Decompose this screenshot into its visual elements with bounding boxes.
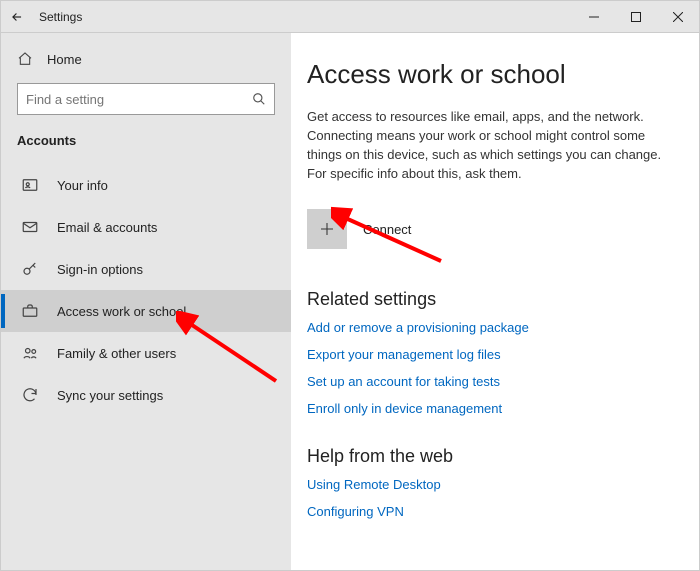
back-button[interactable] — [1, 10, 33, 24]
close-icon — [673, 12, 683, 22]
plus-icon — [318, 220, 336, 238]
connect-plus-button[interactable] — [307, 209, 347, 249]
related-settings-heading: Related settings — [307, 289, 675, 310]
link-configuring-vpn[interactable]: Configuring VPN — [307, 504, 675, 519]
titlebar: Settings — [1, 1, 699, 33]
window-title: Settings — [39, 10, 82, 24]
sidebar-item-label: Your info — [57, 178, 108, 193]
minimize-icon — [589, 12, 599, 22]
home-icon — [17, 51, 33, 67]
main-content: Access work or school Get access to reso… — [291, 33, 699, 570]
related-links: Add or remove a provisioning package Exp… — [307, 320, 675, 416]
sidebar-item-sync-settings[interactable]: Sync your settings — [1, 374, 291, 416]
page-description: Get access to resources like email, apps… — [307, 108, 667, 183]
connect-row[interactable]: Connect — [307, 209, 675, 249]
sidebar-item-family-other-users[interactable]: Family & other users — [1, 332, 291, 374]
link-enroll-device-management[interactable]: Enroll only in device management — [307, 401, 675, 416]
close-button[interactable] — [657, 1, 699, 33]
search-icon — [252, 92, 266, 106]
link-provisioning-package[interactable]: Add or remove a provisioning package — [307, 320, 675, 335]
briefcase-icon — [21, 302, 39, 320]
sidebar-item-email-accounts[interactable]: Email & accounts — [1, 206, 291, 248]
sidebar: Home Accounts Your info — [1, 33, 291, 570]
link-account-for-tests[interactable]: Set up an account for taking tests — [307, 374, 675, 389]
minimize-button[interactable] — [573, 1, 615, 33]
help-heading: Help from the web — [307, 446, 675, 467]
search-box[interactable] — [17, 83, 275, 115]
sidebar-nav: Your info Email & accounts Sign-in optio… — [1, 164, 291, 416]
sidebar-item-label: Family & other users — [57, 346, 176, 361]
sidebar-item-label: Sync your settings — [57, 388, 163, 403]
sidebar-item-label: Email & accounts — [57, 220, 157, 235]
home-nav[interactable]: Home — [1, 43, 291, 75]
sidebar-item-your-info[interactable]: Your info — [1, 164, 291, 206]
connect-label: Connect — [363, 222, 411, 237]
sidebar-item-label: Access work or school — [57, 304, 186, 319]
sidebar-item-access-work-school[interactable]: Access work or school — [1, 290, 291, 332]
link-export-logs[interactable]: Export your management log files — [307, 347, 675, 362]
mail-icon — [21, 218, 39, 236]
search-input[interactable] — [26, 92, 252, 107]
help-links: Using Remote Desktop Configuring VPN — [307, 477, 675, 519]
link-remote-desktop[interactable]: Using Remote Desktop — [307, 477, 675, 492]
people-icon — [21, 344, 39, 362]
maximize-button[interactable] — [615, 1, 657, 33]
maximize-icon — [631, 12, 641, 22]
person-card-icon — [21, 176, 39, 194]
sync-icon — [21, 386, 39, 404]
page-heading: Access work or school — [307, 59, 675, 90]
sidebar-section-title: Accounts — [1, 115, 291, 158]
key-icon — [21, 260, 39, 278]
sidebar-item-label: Sign-in options — [57, 262, 143, 277]
sidebar-item-sign-in-options[interactable]: Sign-in options — [1, 248, 291, 290]
back-arrow-icon — [10, 10, 24, 24]
home-label: Home — [47, 52, 82, 67]
